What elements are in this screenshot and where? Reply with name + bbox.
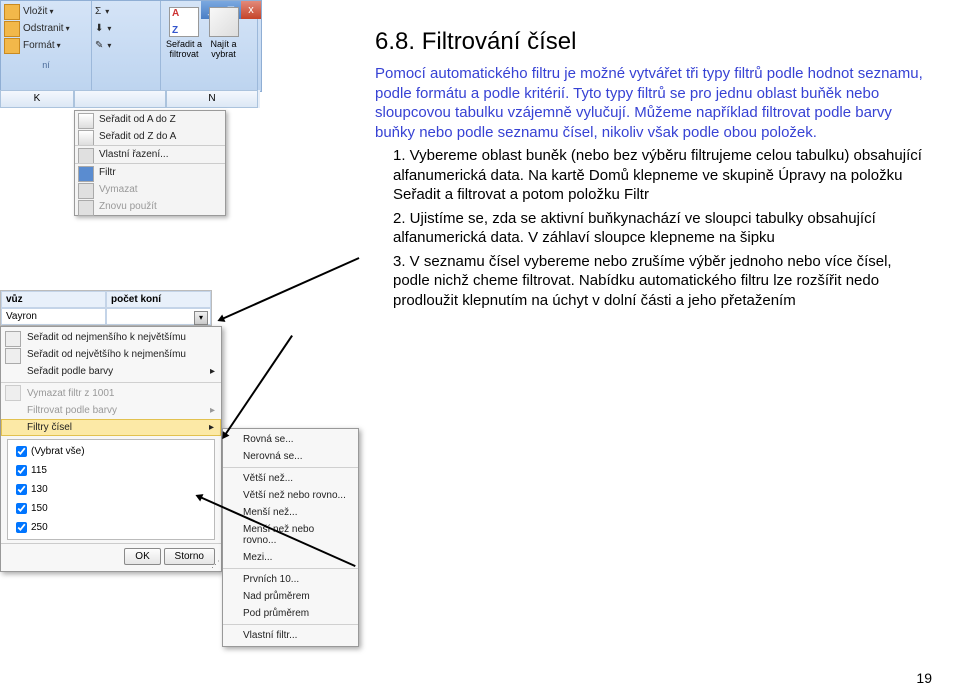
- pointer-arrow-1: [224, 335, 293, 436]
- nf-ge[interactable]: Větší než nebo rovno...: [223, 487, 358, 504]
- insert-button[interactable]: Vložit▾: [4, 3, 88, 20]
- group-label-cells: ní: [4, 60, 88, 70]
- sort-by-color[interactable]: Seřadit podle barvy: [1, 363, 221, 380]
- clear-button[interactable]: ✎▾: [95, 37, 157, 54]
- nf-not-equals[interactable]: Nerovná se...: [223, 448, 358, 465]
- reapply-icon: [78, 200, 94, 216]
- nf-top10[interactable]: Prvních 10...: [223, 568, 358, 588]
- nf-le[interactable]: Menší než nebo rovno...: [223, 521, 358, 549]
- clear-icon: [78, 183, 94, 199]
- sort-desc-icon: [5, 348, 21, 364]
- sort-filter-menu: Seřadit od A do Z Seřadit od Z do A Vlas…: [74, 110, 226, 216]
- ribbon-group-edit: Σ▾ ⬇▾ ✎▾: [92, 1, 161, 93]
- clear-filter-icon: [5, 385, 21, 401]
- nf-above-avg[interactable]: Nad průměrem: [223, 588, 358, 605]
- check-130[interactable]: 130: [10, 480, 212, 499]
- col-k[interactable]: K: [0, 90, 74, 108]
- ok-button[interactable]: OK: [124, 548, 160, 565]
- number-filters[interactable]: Filtry čísel: [1, 419, 221, 436]
- sort-icon: [78, 148, 94, 164]
- heading: 6.8. Filtrování čísel: [375, 28, 930, 56]
- find-select-button[interactable]: Najít a vybrat: [207, 3, 241, 61]
- pointer-arrow-2: [222, 257, 360, 320]
- menu-sort-za[interactable]: Seřadit od Z do A: [75, 128, 225, 145]
- menu-clear[interactable]: Vymazat: [75, 181, 225, 198]
- filter-by-color[interactable]: Filtrovat podle barvy: [1, 402, 221, 419]
- za-icon: [78, 130, 94, 146]
- col-header-koni: počet koní: [106, 291, 211, 308]
- column-headers: K N: [0, 90, 260, 108]
- resize-handle-icon[interactable]: ⋰: [211, 559, 220, 570]
- check-115[interactable]: 115: [10, 461, 212, 480]
- cell-koni[interactable]: 10▾: [106, 308, 211, 325]
- nf-equals[interactable]: Rovná se...: [223, 431, 358, 448]
- step-1: 1. Vybereme oblast buněk (nebo bez výběr…: [375, 146, 930, 205]
- filter-checklist: (Vybrat vše) 115 130 150 250: [7, 439, 215, 540]
- cell-vuz[interactable]: Vayron: [1, 308, 106, 325]
- col-n[interactable]: N: [166, 90, 258, 108]
- data-table: vůz počet koní Vayron 10▾: [0, 290, 212, 326]
- autofilter-menu: Seřadit od nejmenšího k největšímu Seřad…: [0, 326, 222, 572]
- close-button[interactable]: x: [241, 1, 261, 19]
- check-select-all[interactable]: (Vybrat vše): [10, 442, 212, 461]
- sort-asc[interactable]: Seřadit od nejmenšího k největšímu: [1, 329, 221, 346]
- check-150[interactable]: 150: [10, 499, 212, 518]
- fill-button[interactable]: ⬇▾: [95, 20, 157, 37]
- nf-less[interactable]: Menší než...: [223, 504, 358, 521]
- sort-asc-icon: [5, 331, 21, 347]
- menu-reapply[interactable]: Znovu použít: [75, 198, 225, 215]
- document-text: 6.8. Filtrování čísel Pomocí automatické…: [375, 28, 930, 314]
- ribbon-group-cells: Vložit▾ Odstranit▾ Formát▾ ní: [1, 1, 92, 93]
- find-icon: [209, 7, 239, 37]
- col-blank[interactable]: [74, 90, 166, 108]
- step-3: 3. V seznamu čísel vybereme nebo zrušíme…: [375, 252, 930, 311]
- ribbon-fragment: _ □ x Vložit▾ Odstranit▾ Formát▾ ní Σ▾ ⬇…: [0, 0, 262, 92]
- az-icon: [78, 113, 94, 129]
- format-button[interactable]: Formát▾: [4, 37, 88, 54]
- page-number: 19: [916, 670, 932, 686]
- step-2: 2. Ujistíme se, zda se aktivní buňkynach…: [375, 209, 930, 248]
- ui-illustration: _ □ x Vložit▾ Odstranit▾ Formát▾ ní Σ▾ ⬇…: [0, 0, 340, 660]
- intro-paragraph: Pomocí automatického filtru je možné vyt…: [375, 64, 930, 142]
- funnel-icon: [78, 166, 94, 182]
- cancel-button[interactable]: Storno: [164, 548, 215, 565]
- sort-desc[interactable]: Seřadit od největšího k nejmenšímu: [1, 346, 221, 363]
- nf-custom[interactable]: Vlastní filtr...: [223, 624, 358, 644]
- menu-filter[interactable]: Filtr: [75, 163, 225, 181]
- nf-below-avg[interactable]: Pod průměrem: [223, 605, 358, 622]
- filter-dropdown-icon[interactable]: ▾: [194, 311, 208, 325]
- sort-filter-button[interactable]: Seřadit a filtrovat: [164, 3, 204, 61]
- sort-az-icon: [169, 7, 199, 37]
- nf-greater[interactable]: Větší než...: [223, 467, 358, 487]
- menu-custom-sort[interactable]: Vlastní řazení...: [75, 145, 225, 163]
- autosum-button[interactable]: Σ▾: [95, 3, 157, 20]
- check-250[interactable]: 250: [10, 518, 212, 537]
- col-header-vuz: vůz: [1, 291, 106, 308]
- menu-sort-az[interactable]: Seřadit od A do Z: [75, 111, 225, 128]
- delete-button[interactable]: Odstranit▾: [4, 20, 88, 37]
- clear-filter-from[interactable]: Vymazat filtr z 1001: [1, 382, 221, 402]
